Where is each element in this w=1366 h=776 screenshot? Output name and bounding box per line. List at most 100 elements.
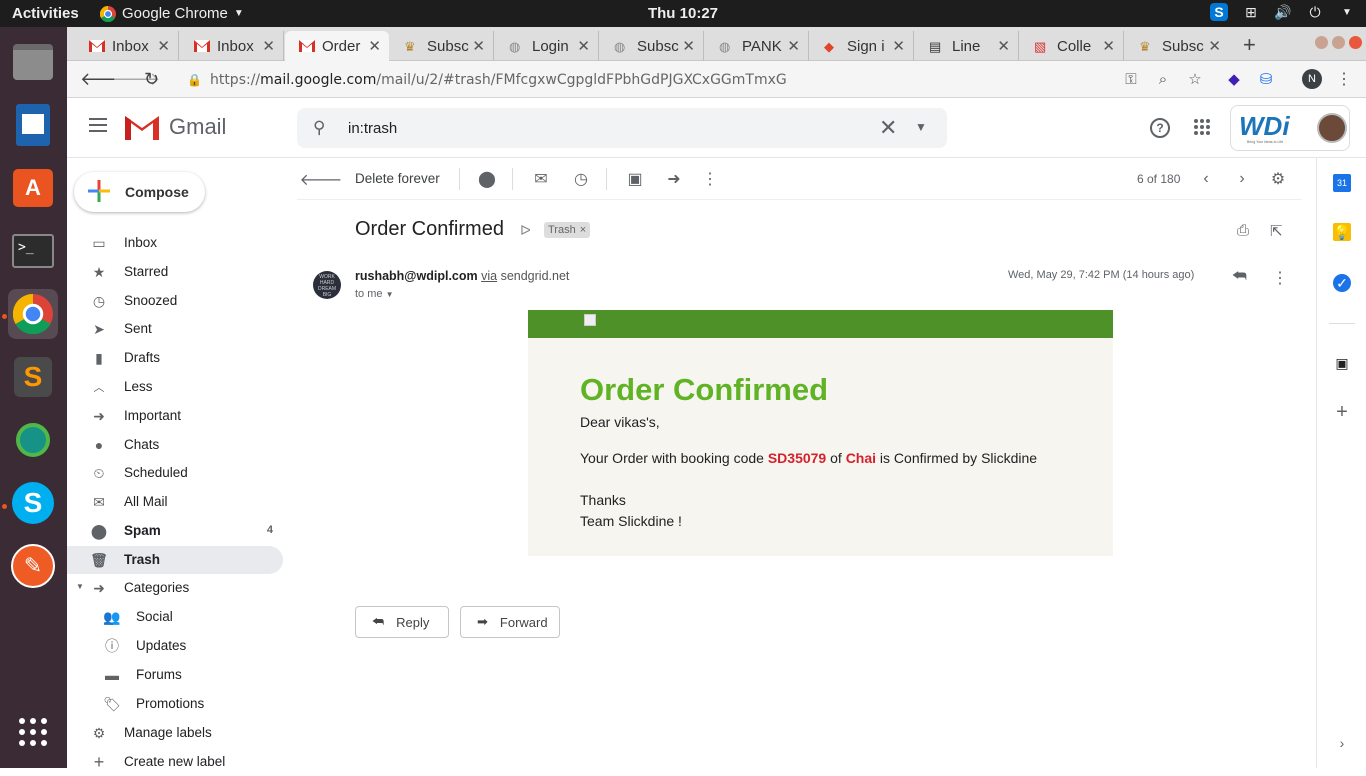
tab-order[interactable]: Order ✕ [285, 31, 389, 61]
search-bar[interactable]: ⚲ in:trash ✕ ▼ [297, 108, 947, 148]
bookmark-star-icon[interactable]: ☆ [1186, 70, 1204, 88]
search-icon[interactable]: ⚲ [313, 118, 325, 138]
sidebar-item-scheduled[interactable]: ⏲ Scheduled [67, 459, 283, 487]
sidebar-item-less[interactable]: ︿ Less [67, 373, 283, 401]
sidebar-item-create-label[interactable]: + Create new label [67, 748, 283, 776]
profile-avatar[interactable]: N [1302, 69, 1322, 89]
terminal-icon[interactable]: >_ [8, 226, 58, 276]
volume-icon[interactable]: 🔊 [1274, 3, 1292, 21]
menu-icon[interactable] [89, 118, 107, 132]
report-spam-icon[interactable]: ⬤ [478, 170, 496, 188]
delete-forever-button[interactable]: Delete forever [355, 171, 440, 186]
chrome-dock-icon[interactable] [8, 289, 58, 339]
sidebar-item-promotions[interactable]: 🏷 Promotions [67, 690, 283, 718]
close-icon[interactable]: ✕ [472, 37, 485, 55]
close-window-button[interactable] [1349, 36, 1362, 49]
extension-diamond-icon[interactable]: ◆ [1225, 70, 1243, 88]
forward-button[interactable]: ➡ Forward [460, 606, 560, 638]
tab-inbox-2[interactable]: Inbox ✕ [180, 31, 284, 61]
clear-search-icon[interactable]: ✕ [879, 115, 897, 141]
apps-grid-icon[interactable] [1193, 118, 1211, 141]
tab-line[interactable]: ▤ Line ✕ [915, 31, 1019, 61]
importance-marker-icon[interactable]: ᐅ [520, 222, 531, 239]
postman-icon[interactable]: ✎ [8, 541, 58, 591]
sender-avatar[interactable]: WORK HARD DREAM BIG [313, 271, 341, 299]
more-icon[interactable]: ⋮ [1335, 70, 1353, 88]
close-icon[interactable]: ✕ [577, 37, 590, 55]
new-tab-button[interactable]: + [1243, 32, 1256, 58]
sidebar-item-all-mail[interactable]: ✉ All Mail [67, 488, 283, 516]
caret-down-icon[interactable]: ▼ [76, 582, 84, 591]
network-icon[interactable]: ⊞ [1242, 3, 1260, 21]
sidebar-item-sent[interactable]: ➤ Sent [67, 315, 283, 343]
tab-pank[interactable]: ◍ PANK ✕ [705, 31, 809, 61]
more-icon[interactable]: ⋮ [1272, 268, 1288, 288]
close-icon[interactable]: ✕ [157, 37, 170, 55]
skype-dock-icon[interactable]: S [8, 478, 58, 528]
app-grid-icon[interactable] [8, 707, 58, 757]
extension-sync-icon[interactable]: ⛁ [1257, 70, 1275, 88]
sidebar-item-inbox[interactable]: ▭ Inbox [67, 229, 283, 257]
clock[interactable]: Thu 10:27 [648, 5, 718, 22]
search-options-icon[interactable]: ▼ [915, 120, 927, 134]
activities-button[interactable]: Activities [12, 5, 79, 22]
close-icon[interactable]: ✕ [787, 37, 800, 55]
tasks-icon[interactable]: ✓ [1333, 274, 1351, 292]
maximize-button[interactable] [1332, 36, 1345, 49]
via-link[interactable]: via [481, 269, 497, 283]
app-menu[interactable]: Google Chrome ▼ [100, 5, 244, 22]
tab-inbox-1[interactable]: Inbox ✕ [75, 31, 179, 61]
move-to-icon[interactable]: ▣ [626, 170, 644, 188]
more-icon[interactable]: ⋮ [701, 170, 719, 188]
gitkraken-icon[interactable] [8, 415, 58, 465]
tab-login[interactable]: ◍ Login ✕ [495, 31, 599, 61]
reload-icon[interactable]: ↻ [144, 69, 159, 90]
account-avatar[interactable] [1317, 113, 1347, 143]
recipients[interactable]: to me ▼ [355, 288, 394, 300]
power-icon[interactable]: ⏻ [1306, 3, 1324, 21]
tab-subsc-2[interactable]: ◍ Subsc ✕ [600, 31, 704, 61]
skype-tray-icon[interactable]: S [1210, 3, 1228, 21]
add-addon-icon[interactable]: + [1333, 401, 1351, 423]
label-as-icon[interactable]: ➜ [665, 170, 683, 188]
address-bar[interactable]: 🔒 https://mail.google.com/mail/u/2/#tras… [187, 65, 1127, 94]
print-icon[interactable]: ⎙ [1237, 222, 1249, 239]
key-icon[interactable]: ⚿ [1122, 70, 1140, 88]
compose-button[interactable]: Compose [74, 172, 205, 212]
zoom-icon[interactable]: ⌕ [1154, 70, 1172, 88]
close-icon[interactable]: ✕ [1102, 37, 1115, 55]
sidebar-item-snoozed[interactable]: ◷ Snoozed [67, 287, 283, 315]
reply-button[interactable]: ⮪ Reply [355, 606, 449, 638]
close-icon[interactable]: ✕ [682, 37, 695, 55]
open-new-window-icon[interactable]: ⇱ [1270, 222, 1283, 240]
files-icon[interactable] [8, 37, 58, 87]
chevron-left-icon[interactable]: ‹ [1197, 170, 1215, 188]
help-icon[interactable]: ? [1150, 118, 1170, 138]
chevron-right-icon[interactable]: › [1233, 170, 1251, 188]
software-center-icon[interactable]: A [8, 163, 58, 213]
sidebar-item-forums[interactable]: ▬ Forums [67, 661, 283, 689]
reply-icon[interactable]: ⮪ [1232, 268, 1247, 286]
close-icon[interactable]: × [580, 224, 586, 236]
sidebar-item-updates[interactable]: ⓘ Updates [67, 632, 283, 660]
sidebar-item-chats[interactable]: ● Chats [67, 431, 283, 459]
gmail-logo[interactable]: Gmail [125, 114, 226, 140]
back-to-list-icon[interactable]: 🡐 [300, 170, 343, 189]
keep-icon[interactable]: 💡 [1333, 223, 1351, 241]
sender-email[interactable]: rushabh@wdipl.com [355, 269, 478, 283]
mark-unread-icon[interactable]: ✉ [532, 170, 550, 188]
sidebar-item-drafts[interactable]: ▮ Drafts [67, 344, 283, 372]
tab-sign-in[interactable]: ◆ Sign i ✕ [810, 31, 914, 61]
search-input[interactable]: in:trash [348, 120, 397, 137]
calendar-icon[interactable]: 31 [1333, 174, 1351, 192]
sidebar-item-trash[interactable]: 🗑 Trash [67, 546, 283, 574]
close-icon[interactable]: ✕ [368, 37, 381, 55]
sidebar-item-important[interactable]: ➜ Important [67, 402, 283, 430]
tab-subsc-3[interactable]: ♛ Subsc ✕ [1125, 31, 1229, 61]
account-brand[interactable]: WDi Bring Your Ideas to Life [1230, 105, 1350, 151]
close-icon[interactable]: ✕ [1208, 37, 1221, 55]
chevron-right-icon[interactable]: › [1333, 734, 1351, 752]
close-icon[interactable]: ✕ [997, 37, 1010, 55]
tab-colle[interactable]: ▧ Colle ✕ [1020, 31, 1124, 61]
sidebar-item-social[interactable]: 👥 Social [67, 603, 283, 631]
